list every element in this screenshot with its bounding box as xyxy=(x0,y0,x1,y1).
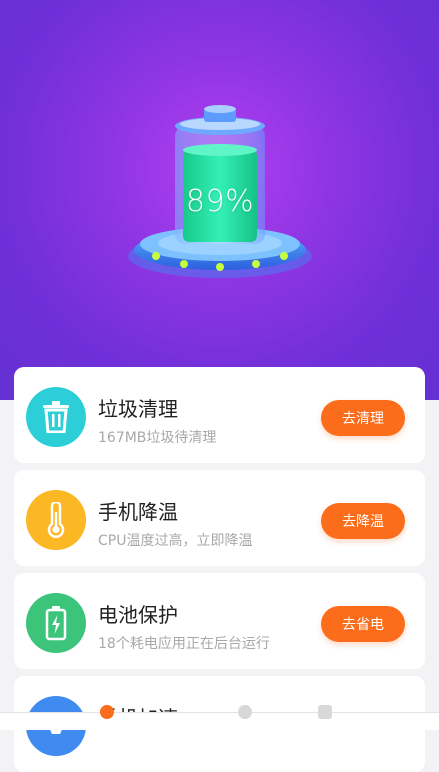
card-title: 电池保护 xyxy=(98,603,178,627)
battery-level-text: 89% xyxy=(185,184,255,219)
card-subtitle: 167MB垃圾待清理 xyxy=(98,430,217,446)
card-battery-protect[interactable]: 电池保护 18个耗电应用正在后台运行 去省电 xyxy=(14,573,425,669)
trash-icon xyxy=(26,387,86,447)
nav-tools-icon[interactable] xyxy=(238,705,252,719)
battery-illustration: 89% xyxy=(120,98,320,288)
thermometer-icon xyxy=(26,490,86,550)
nav-home-icon[interactable] xyxy=(100,705,114,719)
card-subtitle: 18个耗电应用正在后台运行 xyxy=(98,636,270,652)
card-title: 垃圾清理 xyxy=(98,397,178,421)
card-title: 手机降温 xyxy=(98,500,178,524)
card-subtitle: CPU温度过高，立即降温 xyxy=(98,533,253,549)
card-phone-cooling[interactable]: 手机降温 CPU温度过高，立即降温 去降温 xyxy=(14,470,425,566)
card-junk-clean[interactable]: 垃圾清理 167MB垃圾待清理 去清理 xyxy=(14,367,425,463)
save-power-button[interactable]: 去省电 xyxy=(321,606,405,642)
nav-profile-icon[interactable] xyxy=(318,705,332,719)
bottom-navigation xyxy=(0,705,439,730)
hero-banner: 89% xyxy=(0,0,439,400)
cool-down-button[interactable]: 去降温 xyxy=(321,503,405,539)
battery-icon xyxy=(26,593,86,653)
clean-button[interactable]: 去清理 xyxy=(321,400,405,436)
